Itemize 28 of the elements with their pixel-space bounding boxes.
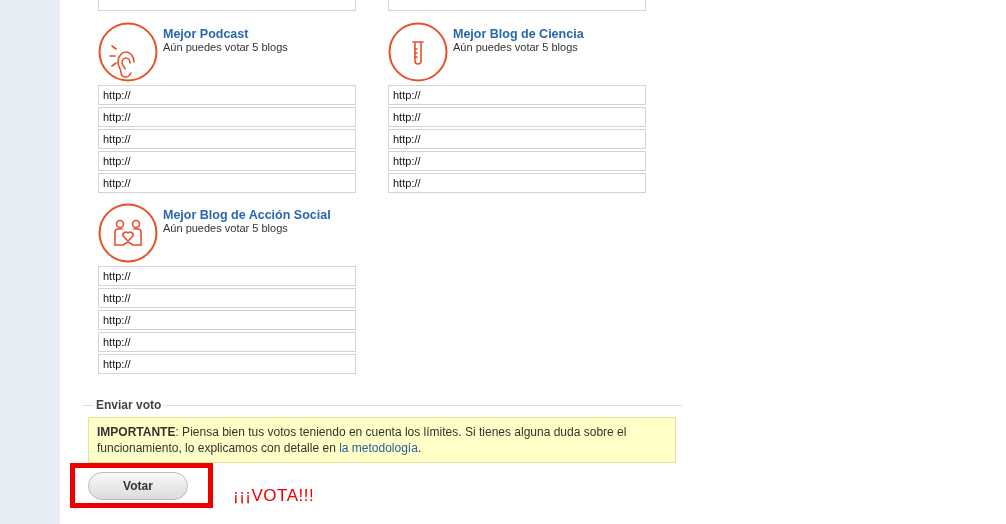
notice-message: IMPORTANTE: Piensa bien tus votos teniendo en cuenta los límites. Si tienes alguna duda sobre el funcionamiento, lo explicamos con detalle en la metodología. [88, 417, 676, 463]
category-title[interactable]: Mejor Blog de Ciencia [453, 27, 584, 41]
url-field[interactable]: http:// [98, 310, 356, 330]
url-field[interactable]: http:// [388, 173, 646, 193]
url-field[interactable]: http:// [98, 129, 356, 149]
votes-remaining: Aún puedes votar 5 blogs [163, 41, 288, 53]
url-field[interactable]: http:// [388, 85, 646, 105]
votes-remaining: Aún puedes votar 5 blogs [163, 222, 289, 234]
url-field[interactable]: http:// [98, 332, 356, 352]
url-field[interactable]: http:// [98, 266, 356, 286]
methodology-link[interactable]: la metodología [339, 441, 418, 455]
url-field[interactable]: http:// [98, 354, 356, 374]
test-tube-icon [388, 22, 448, 82]
category-title[interactable]: Mejor Blog de Acción Social [163, 208, 331, 222]
url-field[interactable]: http:// [388, 107, 646, 127]
url-field[interactable]: http:// [388, 129, 646, 149]
category-title[interactable]: Mejor Podcast [163, 27, 288, 41]
votes-remaining: Aún puedes votar 5 blogs [453, 41, 579, 53]
ear-icon [98, 22, 158, 82]
section-legend: Enviar voto [96, 398, 162, 412]
url-field[interactable]: http:// [98, 85, 356, 105]
url-field[interactable]: http:// [98, 107, 356, 127]
url-field[interactable]: http:// [98, 173, 356, 193]
annotation-text: ¡¡¡VOTA!!! [233, 486, 315, 506]
url-field[interactable]: http:// [98, 151, 356, 171]
url-field[interactable]: http:// [388, 151, 646, 171]
url-field[interactable]: http:// [98, 288, 356, 308]
vote-button[interactable]: Votar [88, 472, 188, 500]
